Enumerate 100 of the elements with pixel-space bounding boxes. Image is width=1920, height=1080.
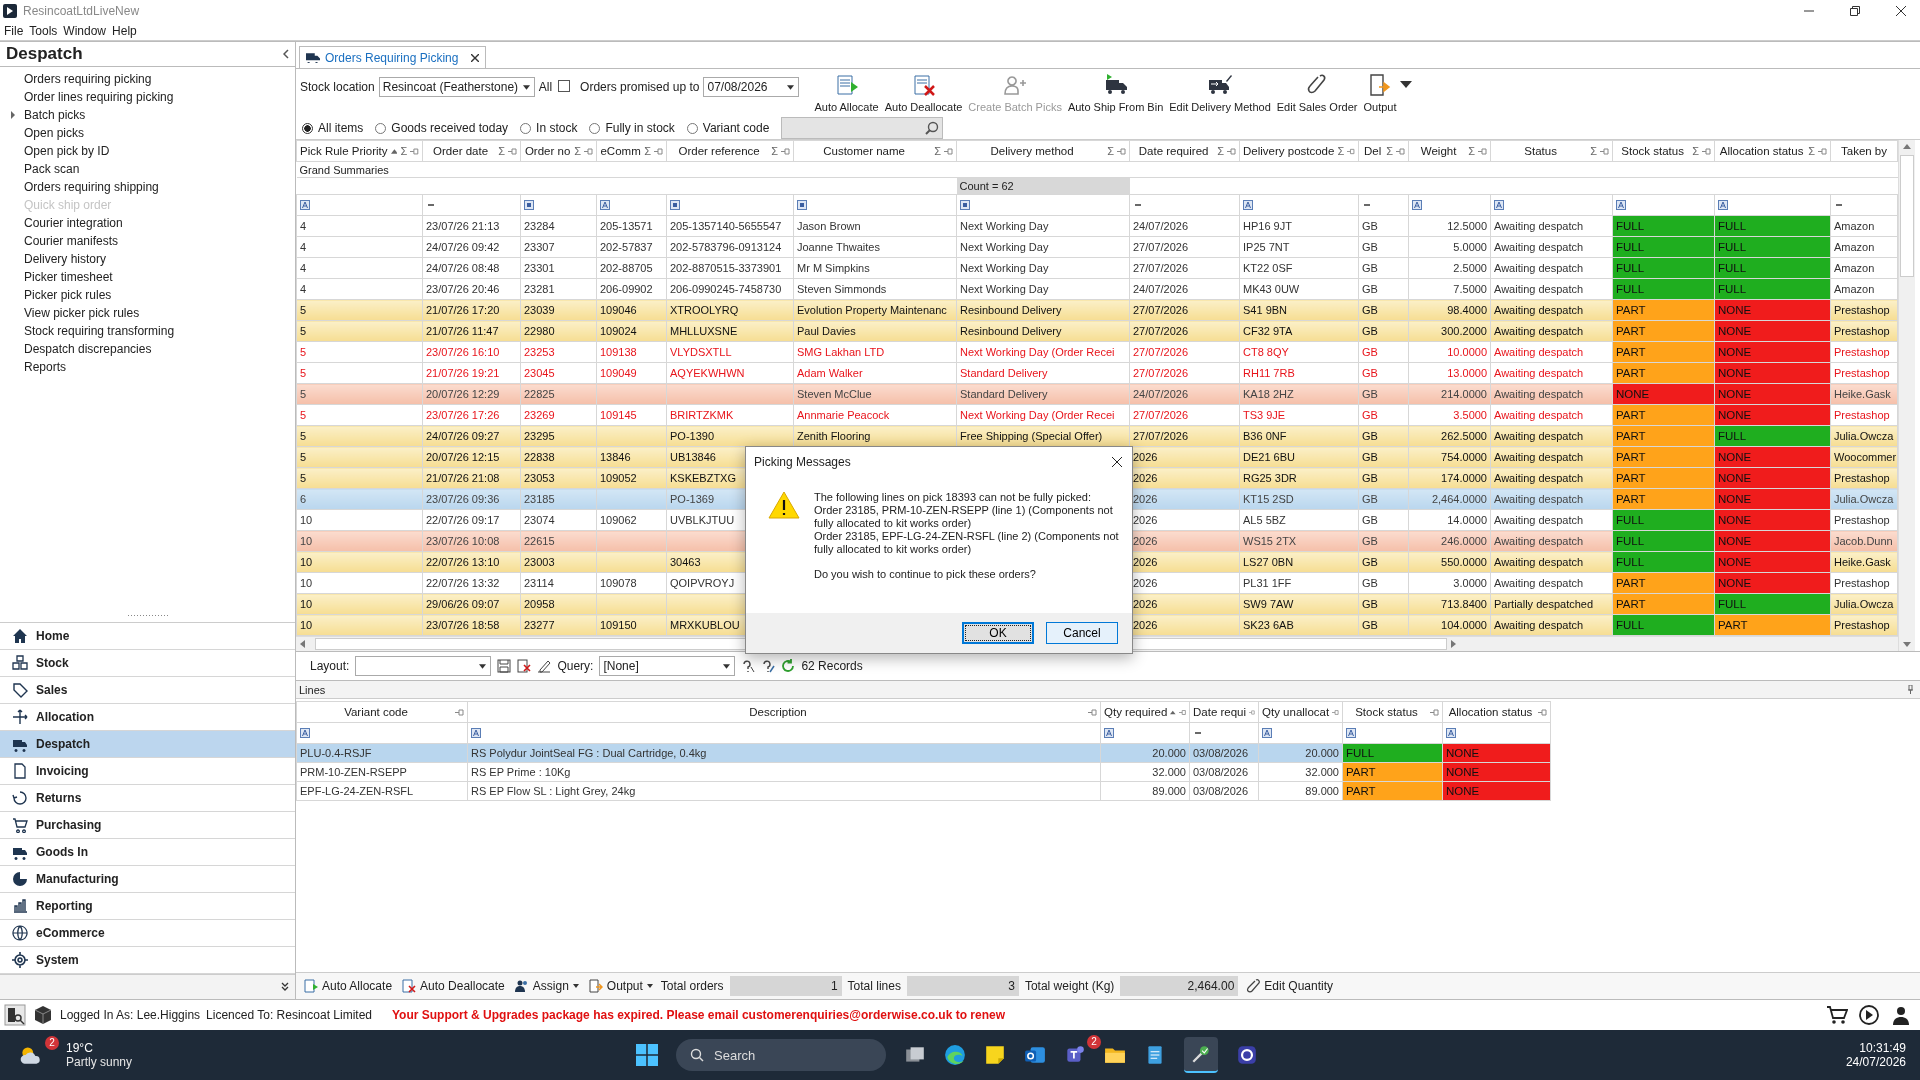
nav-item[interactable]: Courier integration [24, 216, 123, 230]
edit-quantity-button[interactable]: Edit Quantity [1244, 979, 1335, 993]
pin-icon[interactable] [1332, 708, 1339, 716]
nav-item[interactable]: Batch picks [24, 108, 86, 122]
pin-icon[interactable] [1178, 708, 1186, 716]
nav-item[interactable]: Open pick by ID [24, 144, 110, 158]
document-tab[interactable]: Orders Requiring Picking [299, 46, 487, 68]
toolbar-button[interactable]: Edit Delivery Method [1166, 71, 1274, 115]
delete-layout-icon[interactable] [517, 659, 532, 673]
vertical-scrollbar[interactable] [1898, 140, 1915, 651]
sum-icon[interactable]: Σ [1468, 145, 1475, 157]
list-filter-icon[interactable] [797, 200, 807, 210]
sum-icon[interactable]: Σ [498, 145, 505, 157]
column-header[interactable]: Stock status Σ [1612, 140, 1715, 162]
pin-icon[interactable] [1818, 147, 1827, 155]
scroll-left-icon[interactable] [300, 640, 305, 648]
query-dropdown[interactable]: [None] [599, 656, 736, 676]
pin-icon[interactable] [1600, 147, 1609, 155]
collapse-icon[interactable] [283, 49, 289, 59]
radio-option[interactable]: All items [302, 121, 364, 135]
pin-icon[interactable] [455, 708, 464, 716]
dialog-button[interactable]: Cancel [1046, 622, 1118, 644]
taskbar-search[interactable]: Search [676, 1039, 886, 1071]
sum-icon[interactable]: Σ [1590, 145, 1597, 157]
expand-chevrons-icon[interactable] [281, 982, 289, 992]
column-header[interactable]: Allocation status Σ [1714, 140, 1831, 162]
text-filter-icon[interactable] [1104, 728, 1114, 738]
pin-icon[interactable] [1117, 147, 1126, 155]
refresh-icon[interactable] [781, 659, 796, 673]
table-row[interactable]: 5 20/07/26 12:29 22825 Steven McClue Standard Delivery 24/07/2026 KA18 2HZ GB 214.0000 Awaiting despatch NONE NONE Heike.Gask [296, 383, 1898, 405]
column-header[interactable]: Date requi [1189, 701, 1259, 723]
toolbar-button[interactable]: Output [586, 979, 655, 993]
user-icon[interactable] [1890, 1004, 1912, 1026]
find-icon[interactable] [4, 1004, 26, 1026]
toolbar-button[interactable]: Auto Deallocate [400, 979, 507, 993]
column-header[interactable]: Qty unallocat [1258, 701, 1343, 723]
search-field[interactable] [781, 117, 944, 139]
search-icon[interactable] [925, 121, 940, 135]
menu-item[interactable]: Window [63, 24, 107, 38]
nav-item[interactable]: View picker pick rules [24, 306, 140, 320]
nav-item[interactable]: Orders requiring shipping [24, 180, 159, 194]
cart-icon[interactable] [1826, 1004, 1848, 1026]
close-icon[interactable] [471, 53, 480, 62]
list-filter-icon[interactable] [960, 200, 970, 210]
nav-item[interactable]: Despatch discrepancies [24, 342, 152, 356]
radio-option[interactable]: In stock [520, 121, 578, 135]
mail-app-icon[interactable] [1024, 1044, 1046, 1066]
sum-icon[interactable]: Σ [1692, 145, 1699, 157]
column-header[interactable]: Order no Σ [520, 140, 597, 162]
text-filter-icon[interactable] [1346, 728, 1356, 738]
column-header[interactable]: Del Σ [1358, 140, 1409, 162]
close-icon[interactable] [1112, 457, 1122, 467]
scroll-right-icon[interactable] [1451, 640, 1456, 648]
radio-option[interactable]: Goods received today [375, 121, 509, 135]
pin-icon[interactable] [410, 147, 419, 155]
table-row[interactable]: 4 24/07/26 09:42 23307 202-57837 202-5783796-0913124 Joanne Thwaites Next Working Day 27/07/2026 IP25 7NT GB 5.0000 Awaiting despatch FULL FULL Amazon [296, 236, 1898, 258]
menu-item[interactable]: File [4, 24, 24, 38]
text-filter-icon[interactable] [471, 728, 481, 738]
radio-option[interactable]: Variant code [686, 121, 770, 135]
sum-icon[interactable]: Σ [1808, 145, 1815, 157]
text-filter-icon[interactable] [1616, 200, 1626, 210]
table-row[interactable]: 5 21/07/26 19:21 23045 109049 AQYEKWHWN Adam Walker Standard Delivery 27/07/2026 RH11 7RB GB 13.0000 Awaiting despatch PART NONE Prestashop [296, 362, 1898, 384]
nav-item[interactable]: Reports [24, 360, 67, 374]
start-icon[interactable] [636, 1044, 658, 1066]
pin-icon[interactable] [1347, 147, 1355, 155]
text-filter-icon[interactable] [1718, 200, 1728, 210]
sum-icon[interactable]: Σ [1107, 145, 1114, 157]
pin-icon[interactable] [1396, 147, 1405, 155]
column-header[interactable]: Order reference Σ [666, 140, 794, 162]
pin-icon[interactable] [1538, 708, 1547, 716]
nav-item[interactable]: Open picks [24, 126, 85, 140]
text-filter-icon[interactable] [1243, 200, 1253, 210]
pin-icon[interactable] [944, 147, 953, 155]
list-filter-icon[interactable] [524, 200, 534, 210]
text-filter-icon[interactable] [1446, 728, 1456, 738]
edit-layout-icon[interactable] [537, 659, 552, 673]
column-header[interactable]: Weight Σ [1408, 140, 1491, 162]
toolbar-button[interactable]: Edit Sales Order [1273, 71, 1361, 115]
restore-icon[interactable] [1850, 6, 1860, 16]
layout-dropdown[interactable] [355, 656, 492, 676]
expand-icon[interactable] [10, 111, 16, 119]
column-header[interactable]: Variant code [296, 701, 468, 723]
list-filter-icon[interactable] [670, 200, 680, 210]
nav-item[interactable]: Picker pick rules [24, 288, 112, 302]
close-icon[interactable] [1896, 6, 1906, 16]
nav-item[interactable]: Delivery history [24, 252, 107, 266]
sum-icon[interactable]: Σ [574, 145, 581, 157]
pin-icon[interactable] [1227, 147, 1236, 155]
menu-item[interactable]: Tools [29, 24, 58, 38]
column-header[interactable]: Description [467, 701, 1101, 723]
column-header[interactable]: Customer name Σ [793, 140, 957, 162]
browser-icon[interactable] [944, 1044, 966, 1066]
column-header[interactable]: Date required Σ [1129, 140, 1240, 162]
save-layout-icon[interactable] [497, 659, 512, 673]
text-filter-icon[interactable] [1494, 200, 1504, 210]
sum-icon[interactable]: Σ [644, 145, 651, 157]
scroll-thumb[interactable] [1900, 155, 1914, 277]
table-row[interactable]: 4 23/07/26 20:46 23281 206-09902 206-0990245-7458730 Steven Simmonds Next Working Day 24/07/2026 MK43 0UW GB 7.5000 Awaiting despatch FULL FULL Amazon [296, 278, 1898, 300]
table-row[interactable]: 5 23/07/26 17:26 23269 109145 BRIRTZKMK Annmarie Peacock Next Working Day (Order Recei 27/07/2026 TS3 9JE GB 3.5000 Awaiting despatch PART NONE Prestashop [296, 404, 1898, 426]
table-row[interactable]: 4 24/07/26 08:48 23301 202-88705 202-8870515-3373901 Mr M Simpkins Next Working Day 27/07/2026 KT22 0SF GB 2.5000 Awaiting despatch FULL FULL Amazon [296, 257, 1898, 279]
